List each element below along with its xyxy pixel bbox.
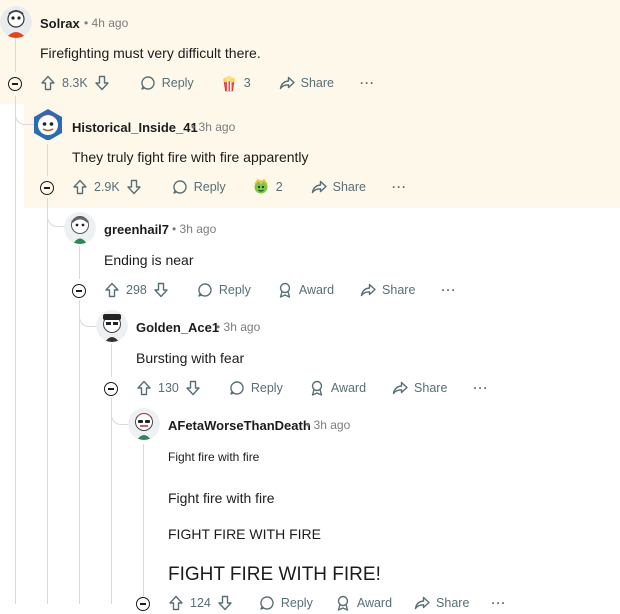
vote-count: 298 (126, 283, 147, 297)
comment-body: They truly fight fire with fire apparent… (72, 149, 309, 165)
reply-button[interactable]: Reply (197, 282, 251, 298)
collapse-minus-icon[interactable] (136, 597, 150, 611)
collapse-minus-icon[interactable] (72, 284, 86, 298)
comment-line-caps: FIGHT FIRE WITH FIRE (168, 526, 321, 542)
comment-actions: 130 Reply Award Share ··· (136, 377, 488, 399)
vote-count: 124 (190, 596, 211, 610)
speech-bubble-icon (260, 596, 274, 610)
more-options-button[interactable]: ··· (491, 596, 506, 610)
speech-bubble-icon (140, 76, 155, 90)
arrow-up-icon[interactable] (40, 75, 56, 91)
comment-author[interactable]: AFetaWorseThanDeath (168, 418, 311, 433)
thread-line (15, 36, 16, 72)
thread-line (47, 144, 48, 176)
award-count: 2 (275, 180, 283, 194)
award-ribbon-icon (337, 595, 349, 611)
arrow-down-icon[interactable] (153, 282, 169, 298)
arrow-down-icon[interactable] (217, 595, 233, 611)
vote-controls: 298 (104, 282, 169, 298)
vote-controls: 130 (136, 380, 201, 396)
reply-button[interactable]: Reply (172, 179, 226, 195)
award-ribbon-icon (311, 380, 323, 396)
comment-actions: 8.3K Reply 3 Share ··· (40, 72, 375, 94)
arrow-down-icon[interactable] (126, 179, 142, 195)
thread-line (111, 398, 112, 604)
comment-timestamp: • 3h ago (191, 120, 236, 134)
award-button[interactable]: 3 (220, 74, 251, 92)
vote-count: 8.3K (62, 76, 88, 90)
arrow-down-icon[interactable] (185, 380, 201, 396)
comment-author[interactable]: greenhail7 (104, 222, 169, 237)
arrow-up-icon[interactable] (104, 282, 120, 298)
comment-timestamp: • 3h ago (216, 320, 261, 334)
award-ribbon-icon (279, 282, 291, 298)
comment-actions: 2.9K Reply 2 Share ··· (72, 176, 407, 198)
award-button[interactable]: Award (277, 282, 334, 298)
speech-bubble-icon (198, 283, 212, 297)
share-button[interactable]: Share (360, 282, 415, 298)
vote-count: 2.9K (94, 180, 120, 194)
comment-body: Ending is near (104, 252, 194, 268)
award-count: 3 (243, 76, 251, 90)
collapse-minus-icon[interactable] (40, 181, 54, 195)
share-button[interactable]: Share (414, 595, 469, 611)
more-options-button[interactable]: ··· (441, 283, 456, 297)
comment-line-large: FIGHT FIRE WITH FIRE! (168, 564, 381, 585)
avatar[interactable] (0, 6, 32, 38)
avatar[interactable] (96, 310, 128, 342)
comment-author[interactable]: Solrax (40, 16, 80, 31)
avatar[interactable] (32, 108, 64, 140)
vote-controls: 124 (168, 595, 233, 611)
share-button[interactable]: Share (279, 75, 334, 91)
comment-body: Firefighting must very difficult there. (40, 45, 261, 61)
collapse-minus-icon[interactable] (8, 77, 22, 91)
vote-controls: 2.9K (72, 179, 142, 195)
vote-controls: 8.3K (40, 75, 110, 91)
share-arrow-icon (392, 381, 408, 395)
thread-line (47, 198, 48, 604)
comment-author[interactable]: Historical_Inside_41 (72, 120, 198, 135)
comment-actions: 124 Reply Award Share ··· (168, 592, 506, 614)
speech-bubble-icon (172, 180, 187, 194)
share-arrow-icon (414, 596, 430, 610)
vote-count: 130 (158, 381, 179, 395)
share-arrow-icon (360, 283, 376, 297)
share-button[interactable]: Share (311, 179, 366, 195)
arrow-down-icon[interactable] (94, 75, 110, 91)
comment-timestamp: • 4h ago (84, 16, 129, 30)
award-button[interactable]: 2 (252, 178, 283, 196)
thread-line (111, 344, 112, 377)
avatar[interactable] (128, 408, 160, 440)
comment-timestamp: • 3h ago (172, 222, 217, 236)
arrow-up-icon[interactable] (136, 380, 152, 396)
thread-line (79, 300, 80, 604)
arrow-up-icon[interactable] (168, 595, 184, 611)
green-award-icon (253, 178, 268, 194)
award-button[interactable]: Award (309, 380, 366, 396)
avatar[interactable] (64, 212, 96, 244)
more-options-button[interactable]: ··· (392, 180, 407, 194)
more-options-button[interactable]: ··· (360, 76, 375, 90)
thread-line (79, 246, 80, 279)
share-arrow-icon (311, 180, 327, 194)
award-button[interactable]: Award (335, 595, 392, 611)
comment-body: Bursting with fear (136, 350, 245, 366)
thread-line (15, 96, 16, 604)
share-arrow-icon (279, 76, 295, 90)
reply-button[interactable]: Reply (259, 595, 313, 611)
more-options-button[interactable]: ··· (473, 381, 488, 395)
comment-line-small: Fight fire with fire (168, 450, 260, 464)
reply-button[interactable]: Reply (140, 75, 194, 91)
popcorn-award-icon (222, 75, 235, 92)
thread-line (143, 444, 144, 596)
comment-author[interactable]: Golden_Ace1 (136, 320, 219, 335)
reply-button[interactable]: Reply (229, 380, 283, 396)
collapse-minus-icon[interactable] (104, 382, 118, 396)
share-button[interactable]: Share (392, 380, 447, 396)
comment-line-medium: Fight fire with fire (168, 490, 275, 506)
comment-timestamp: • 3h ago (306, 418, 351, 432)
arrow-up-icon[interactable] (72, 179, 88, 195)
comment-actions: 298 Reply Award Share ··· (104, 279, 456, 301)
speech-bubble-icon (230, 381, 244, 395)
